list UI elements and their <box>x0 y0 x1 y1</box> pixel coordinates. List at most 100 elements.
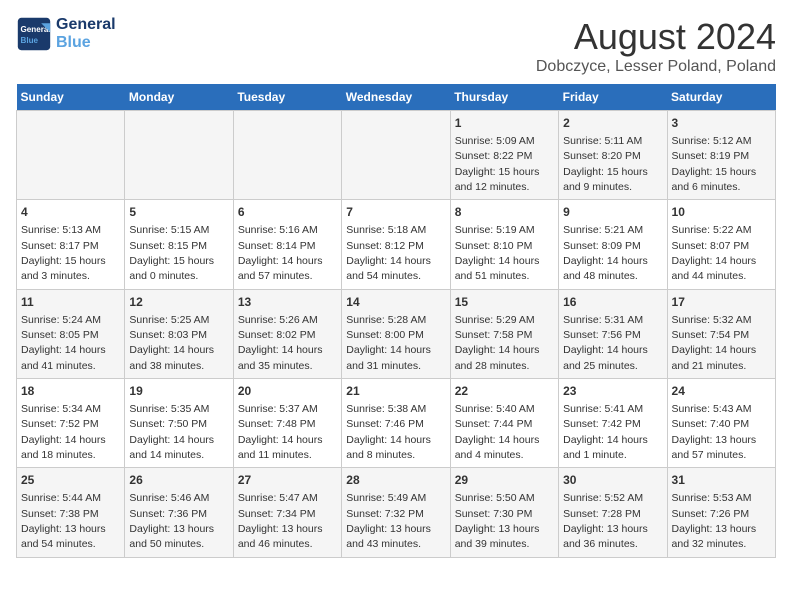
day-info: Sunrise: 5:49 AM Sunset: 7:32 PM Dayligh… <box>346 492 431 550</box>
day-cell: 27 Sunrise: 5:47 AM Sunset: 7:34 PM Dayli… <box>233 468 341 557</box>
day-number: 31 <box>672 472 771 489</box>
day-info: Sunrise: 5:34 AM Sunset: 7:52 PM Dayligh… <box>21 403 106 461</box>
header-saturday: Saturday <box>667 84 775 111</box>
day-cell: 12Sunrise: 5:25 AM Sunset: 8:03 PM Dayli… <box>125 289 233 378</box>
day-info: Sunrise: 5:46 AM Sunset: 7:36 PM Dayligh… <box>129 492 214 550</box>
week-row-5: 25 Sunrise: 5:44 AM Sunset: 7:38 PM Dayli… <box>17 468 776 557</box>
day-cell: 22 Sunrise: 5:40 AM Sunset: 7:44 PM Dayli… <box>450 379 558 468</box>
day-number: 10 <box>672 204 771 221</box>
day-info: Sunrise: 5:12 AM Sunset: 8:19 PM Dayligh… <box>672 135 757 193</box>
week-row-2: 4 Sunrise: 5:13 AM Sunset: 8:17 PM Daylig… <box>17 200 776 289</box>
title-section: August 2024 Dobczyce, Lesser Poland, Pol… <box>536 16 776 76</box>
main-title: August 2024 <box>536 16 776 58</box>
day-info: Sunrise: 5:43 AM Sunset: 7:40 PM Dayligh… <box>672 403 757 461</box>
day-cell: 4 Sunrise: 5:13 AM Sunset: 8:17 PM Daylig… <box>17 200 125 289</box>
day-cell <box>17 111 125 200</box>
day-info: Sunrise: 5:41 AM Sunset: 7:42 PM Dayligh… <box>563 403 648 461</box>
day-info: Sunrise: 5:47 AM Sunset: 7:34 PM Dayligh… <box>238 492 323 550</box>
day-info: Sunrise: 5:11 AM Sunset: 8:20 PM Dayligh… <box>563 135 648 193</box>
header-wednesday: Wednesday <box>342 84 450 111</box>
day-cell: 8 Sunrise: 5:19 AM Sunset: 8:10 PM Daylig… <box>450 200 558 289</box>
day-number: 20 <box>238 383 337 400</box>
day-info: Sunrise: 5:37 AM Sunset: 7:48 PM Dayligh… <box>238 403 323 461</box>
header-sunday: Sunday <box>17 84 125 111</box>
day-info: Sunrise: 5:16 AM Sunset: 8:14 PM Dayligh… <box>238 224 323 282</box>
day-info: Sunrise: 5:38 AM Sunset: 7:46 PM Dayligh… <box>346 403 431 461</box>
day-info: Sunrise: 5:19 AM Sunset: 8:10 PM Dayligh… <box>455 224 540 282</box>
logo-icon: General Blue <box>16 16 52 52</box>
day-number: 7 <box>346 204 445 221</box>
header-tuesday: Tuesday <box>233 84 341 111</box>
day-number: 6 <box>238 204 337 221</box>
svg-text:Blue: Blue <box>21 36 39 45</box>
day-cell: 25 Sunrise: 5:44 AM Sunset: 7:38 PM Dayli… <box>17 468 125 557</box>
day-number: 2 <box>563 115 662 132</box>
day-info: Sunrise: 5:24 AM Sunset: 8:05 PM Dayligh… <box>21 314 106 372</box>
day-info: Sunrise: 5:09 AM Sunset: 8:22 PM Dayligh… <box>455 135 540 193</box>
day-cell: 15Sunrise: 5:29 AM Sunset: 7:58 PM Dayli… <box>450 289 558 378</box>
calendar-table: SundayMondayTuesdayWednesdayThursdayFrid… <box>16 84 776 558</box>
day-cell: 9 Sunrise: 5:21 AM Sunset: 8:09 PM Daylig… <box>559 200 667 289</box>
day-cell: 29Sunrise: 5:50 AM Sunset: 7:30 PM Dayli… <box>450 468 558 557</box>
day-cell <box>125 111 233 200</box>
day-cell: 17Sunrise: 5:32 AM Sunset: 7:54 PM Dayli… <box>667 289 775 378</box>
day-number: 4 <box>21 204 120 221</box>
day-cell: 31 Sunrise: 5:53 AM Sunset: 7:26 PM Dayli… <box>667 468 775 557</box>
day-number: 26 <box>129 472 228 489</box>
day-number: 24 <box>672 383 771 400</box>
day-cell: 10Sunrise: 5:22 AM Sunset: 8:07 PM Dayli… <box>667 200 775 289</box>
day-number: 25 <box>21 472 120 489</box>
day-cell: 13 Sunrise: 5:26 AM Sunset: 8:02 PM Dayli… <box>233 289 341 378</box>
day-cell: 11Sunrise: 5:24 AM Sunset: 8:05 PM Dayli… <box>17 289 125 378</box>
day-info: Sunrise: 5:53 AM Sunset: 7:26 PM Dayligh… <box>672 492 757 550</box>
day-number: 13 <box>238 294 337 311</box>
day-number: 22 <box>455 383 554 400</box>
day-info: Sunrise: 5:44 AM Sunset: 7:38 PM Dayligh… <box>21 492 106 550</box>
day-number: 23 <box>563 383 662 400</box>
day-cell: 24 Sunrise: 5:43 AM Sunset: 7:40 PM Dayli… <box>667 379 775 468</box>
subtitle: Dobczyce, Lesser Poland, Poland <box>536 58 776 76</box>
logo-text: General Blue <box>56 16 116 52</box>
day-cell: 5Sunrise: 5:15 AM Sunset: 8:15 PM Daylig… <box>125 200 233 289</box>
day-number: 9 <box>563 204 662 221</box>
day-info: Sunrise: 5:40 AM Sunset: 7:44 PM Dayligh… <box>455 403 540 461</box>
day-info: Sunrise: 5:15 AM Sunset: 8:15 PM Dayligh… <box>129 224 214 282</box>
day-cell: 7Sunrise: 5:18 AM Sunset: 8:12 PM Daylig… <box>342 200 450 289</box>
day-number: 27 <box>238 472 337 489</box>
day-number: 3 <box>672 115 771 132</box>
day-cell: 16 Sunrise: 5:31 AM Sunset: 7:56 PM Dayli… <box>559 289 667 378</box>
day-number: 1 <box>455 115 554 132</box>
header-friday: Friday <box>559 84 667 111</box>
day-info: Sunrise: 5:13 AM Sunset: 8:17 PM Dayligh… <box>21 224 106 282</box>
day-info: Sunrise: 5:25 AM Sunset: 8:03 PM Dayligh… <box>129 314 214 372</box>
page-header: General Blue General Blue August 2024 Do… <box>16 16 776 76</box>
day-cell: 2 Sunrise: 5:11 AM Sunset: 8:20 PM Daylig… <box>559 111 667 200</box>
day-number: 21 <box>346 383 445 400</box>
day-cell: 6 Sunrise: 5:16 AM Sunset: 8:14 PM Daylig… <box>233 200 341 289</box>
day-info: Sunrise: 5:29 AM Sunset: 7:58 PM Dayligh… <box>455 314 540 372</box>
day-cell <box>233 111 341 200</box>
day-info: Sunrise: 5:26 AM Sunset: 8:02 PM Dayligh… <box>238 314 323 372</box>
day-number: 8 <box>455 204 554 221</box>
day-number: 30 <box>563 472 662 489</box>
day-number: 29 <box>455 472 554 489</box>
day-cell: 30 Sunrise: 5:52 AM Sunset: 7:28 PM Dayli… <box>559 468 667 557</box>
logo: General Blue General Blue <box>16 16 116 52</box>
day-info: Sunrise: 5:31 AM Sunset: 7:56 PM Dayligh… <box>563 314 648 372</box>
week-row-4: 18Sunrise: 5:34 AM Sunset: 7:52 PM Dayli… <box>17 379 776 468</box>
day-cell: 14Sunrise: 5:28 AM Sunset: 8:00 PM Dayli… <box>342 289 450 378</box>
header-thursday: Thursday <box>450 84 558 111</box>
day-info: Sunrise: 5:21 AM Sunset: 8:09 PM Dayligh… <box>563 224 648 282</box>
day-number: 16 <box>563 294 662 311</box>
week-row-3: 11Sunrise: 5:24 AM Sunset: 8:05 PM Dayli… <box>17 289 776 378</box>
day-cell <box>342 111 450 200</box>
day-cell: 3 Sunrise: 5:12 AM Sunset: 8:19 PM Daylig… <box>667 111 775 200</box>
day-info: Sunrise: 5:35 AM Sunset: 7:50 PM Dayligh… <box>129 403 214 461</box>
day-info: Sunrise: 5:52 AM Sunset: 7:28 PM Dayligh… <box>563 492 648 550</box>
day-info: Sunrise: 5:28 AM Sunset: 8:00 PM Dayligh… <box>346 314 431 372</box>
day-number: 19 <box>129 383 228 400</box>
day-cell: 1 Sunrise: 5:09 AM Sunset: 8:22 PM Daylig… <box>450 111 558 200</box>
day-cell: 19 Sunrise: 5:35 AM Sunset: 7:50 PM Dayli… <box>125 379 233 468</box>
day-cell: 21 Sunrise: 5:38 AM Sunset: 7:46 PM Dayli… <box>342 379 450 468</box>
day-info: Sunrise: 5:32 AM Sunset: 7:54 PM Dayligh… <box>672 314 757 372</box>
